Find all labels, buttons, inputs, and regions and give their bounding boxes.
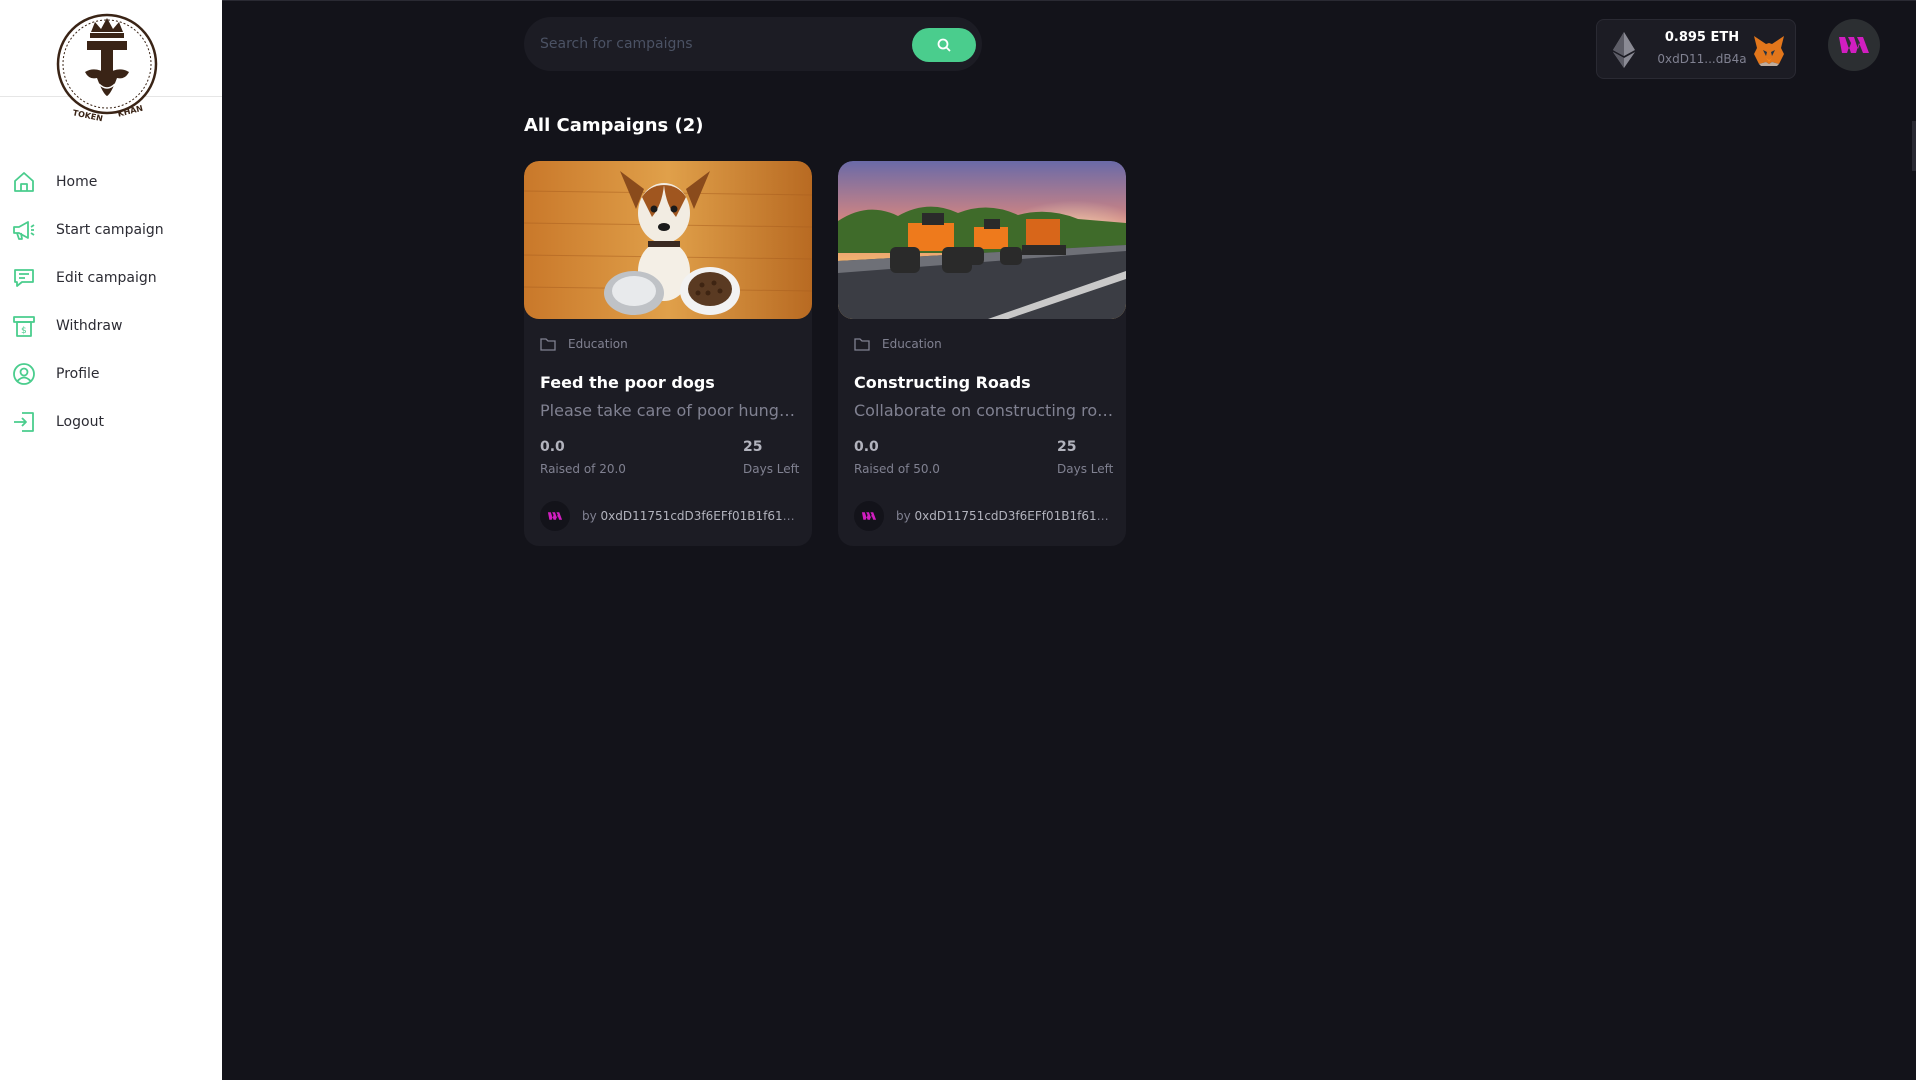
message-edit-icon: [14, 269, 34, 287]
campaign-description: Please take care of poor hungry dogs: [540, 401, 800, 420]
sidebar-item-label: Logout: [56, 414, 104, 430]
owner-wallet: 0xdD11751cdD3f6EFf01B1f6151B64...: [914, 509, 1116, 523]
ethereum-icon: [1613, 32, 1635, 68]
main-content: 0.895 ETH 0xdD11...dB4a All Campaigns (2…: [222, 0, 1916, 1080]
profile-icon: [13, 363, 35, 385]
metamask-fox-icon: [1754, 36, 1784, 66]
amount-raised: 0.0: [854, 439, 879, 455]
logo-area: TOKEN KHAN: [0, 0, 222, 122]
sidebar-item-profile[interactable]: Profile: [0, 350, 222, 398]
owner-address: by 0xdD11751cdD3f6EFf01B1f6151B64...: [582, 509, 802, 523]
brand-logo-icon: [547, 512, 563, 520]
sidebar-item-withdraw[interactable]: $ Withdraw: [0, 302, 222, 350]
sidebar-item-edit-campaign[interactable]: Edit campaign: [0, 254, 222, 302]
days-left-label: Days Left: [743, 462, 800, 476]
sidebar-item-label: Start campaign: [56, 222, 164, 238]
owner-address: by 0xdD11751cdD3f6EFf01B1f6151B64...: [896, 509, 1116, 523]
wallet-widget[interactable]: 0.895 ETH 0xdD11...dB4a: [1596, 19, 1796, 79]
search-button[interactable]: [912, 28, 976, 62]
svg-text:$: $: [21, 326, 27, 336]
search-icon: [937, 38, 951, 52]
campaign-image-dog: [524, 161, 812, 319]
sidebar-item-logout[interactable]: Logout: [0, 398, 222, 446]
home-icon: [14, 172, 34, 192]
owner-prefix: by: [582, 509, 601, 523]
folder-icon: [540, 338, 556, 351]
days-left-value: 25: [1057, 439, 1077, 455]
target-label: Raised of 50.0: [854, 462, 940, 476]
owner-wallet: 0xdD11751cdD3f6EFf01B1f6151B64...: [600, 509, 802, 523]
sidebar-item-label: Withdraw: [56, 318, 123, 334]
category-row: Education: [540, 337, 628, 351]
sidebar-item-label: Profile: [56, 366, 100, 382]
category-label: Education: [568, 337, 628, 351]
owner-avatar: [854, 501, 884, 531]
logout-icon: [14, 412, 34, 432]
brand-logo-icon: [861, 512, 877, 520]
category-label: Education: [882, 337, 942, 351]
days-left-label: Days Left: [1057, 462, 1114, 476]
folder-icon: [854, 338, 870, 351]
token-khan-logo[interactable]: TOKEN KHAN: [55, 10, 159, 122]
target-label: Raised of 20.0: [540, 462, 626, 476]
campaign-image-roads: [838, 161, 1126, 319]
search-input[interactable]: [540, 29, 900, 59]
sidebar-item-label: Edit campaign: [56, 270, 157, 286]
days-left-value: 25: [743, 439, 763, 455]
sidebar-nav: Home Start campaign Edit campaign $ With…: [0, 158, 222, 446]
campaign-card[interactable]: Education Constructing Roads Collaborate…: [838, 161, 1126, 546]
user-avatar[interactable]: [1828, 19, 1880, 71]
campaign-description: Collaborate on constructing roads: [854, 401, 1114, 420]
sidebar-item-home[interactable]: Home: [0, 158, 222, 206]
campaign-owner: by 0xdD11751cdD3f6EFf01B1f6151B64...: [854, 501, 1116, 531]
sidebar-item-label: Home: [56, 174, 98, 190]
wallet-balance: 0.895 ETH: [1664, 30, 1740, 45]
brand-logo-icon: [1839, 37, 1869, 53]
owner-prefix: by: [896, 509, 915, 523]
megaphone-icon: [13, 221, 35, 240]
wallet-address: 0xdD11...dB4a: [1657, 52, 1747, 66]
owner-avatar: [540, 501, 570, 531]
sidebar: TOKEN KHAN Home Start campaign Edit camp…: [0, 0, 222, 1080]
page-scrollbar[interactable]: [1912, 121, 1916, 171]
page-title: All Campaigns (2): [524, 115, 704, 136]
amount-raised: 0.0: [540, 439, 565, 455]
category-row: Education: [854, 337, 942, 351]
campaign-title: Constructing Roads: [854, 373, 1031, 392]
sidebar-item-start-campaign[interactable]: Start campaign: [0, 206, 222, 254]
campaign-card[interactable]: Education Feed the poor dogs Please take…: [524, 161, 812, 546]
withdraw-icon: $: [13, 316, 35, 337]
campaign-owner: by 0xdD11751cdD3f6EFf01B1f6151B64...: [540, 501, 802, 531]
campaign-title: Feed the poor dogs: [540, 373, 715, 392]
